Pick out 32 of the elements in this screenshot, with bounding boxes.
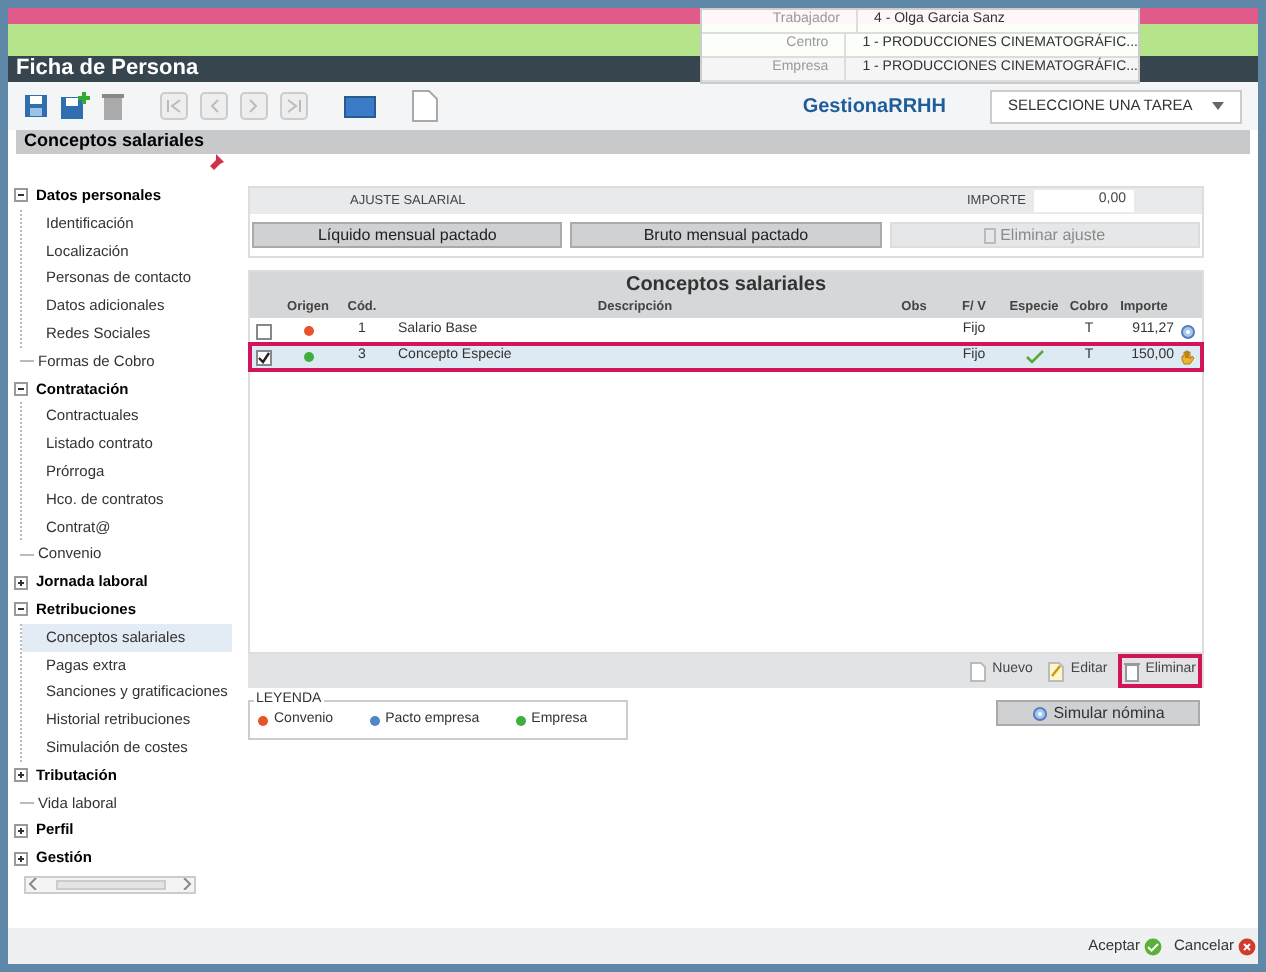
- checkbox[interactable]: [256, 323, 272, 339]
- table-title: Conceptos salariales: [250, 272, 1202, 298]
- expand-icon[interactable]: [14, 823, 28, 838]
- expand-icon[interactable]: [14, 768, 28, 783]
- save-icon[interactable]: [24, 94, 48, 118]
- caret-icon: [1212, 102, 1224, 110]
- scrollbar-thumb[interactable]: [55, 879, 165, 890]
- monitor-icon[interactable]: [344, 95, 376, 117]
- collapse-icon[interactable]: [14, 381, 28, 396]
- trash-icon: [984, 227, 997, 243]
- pencil-page-icon: [1048, 661, 1065, 681]
- collapse-icon[interactable]: [14, 602, 28, 617]
- expand-icon[interactable]: [14, 575, 28, 590]
- scroll-right-icon[interactable]: [182, 878, 192, 891]
- window-title: Ficha de Persona: [16, 54, 199, 85]
- check-circle-icon: [1143, 937, 1162, 955]
- save-new-icon[interactable]: [60, 92, 90, 120]
- collapse-icon[interactable]: [14, 188, 28, 203]
- scroll-left-icon[interactable]: [28, 878, 38, 891]
- page-icon: [970, 661, 987, 681]
- checkmark-icon: [258, 351, 270, 363]
- hand-icon[interactable]: [1180, 349, 1196, 365]
- checkbox[interactable]: [256, 349, 272, 365]
- expand-icon[interactable]: [14, 851, 28, 866]
- adjustment-button[interactable]: Bruto mensual pactado: [570, 222, 882, 248]
- trash-icon: [1123, 661, 1140, 681]
- close-icon: [1238, 937, 1256, 955]
- adjustment-button[interactable]: Líquido mensual pactado: [252, 222, 563, 248]
- simulate-button[interactable]: Simular nómina: [996, 700, 1200, 726]
- trash-icon[interactable]: [102, 93, 124, 119]
- section-title: Conceptos salariales: [24, 128, 205, 155]
- brand-logo: GestionaRRHH: [802, 93, 946, 121]
